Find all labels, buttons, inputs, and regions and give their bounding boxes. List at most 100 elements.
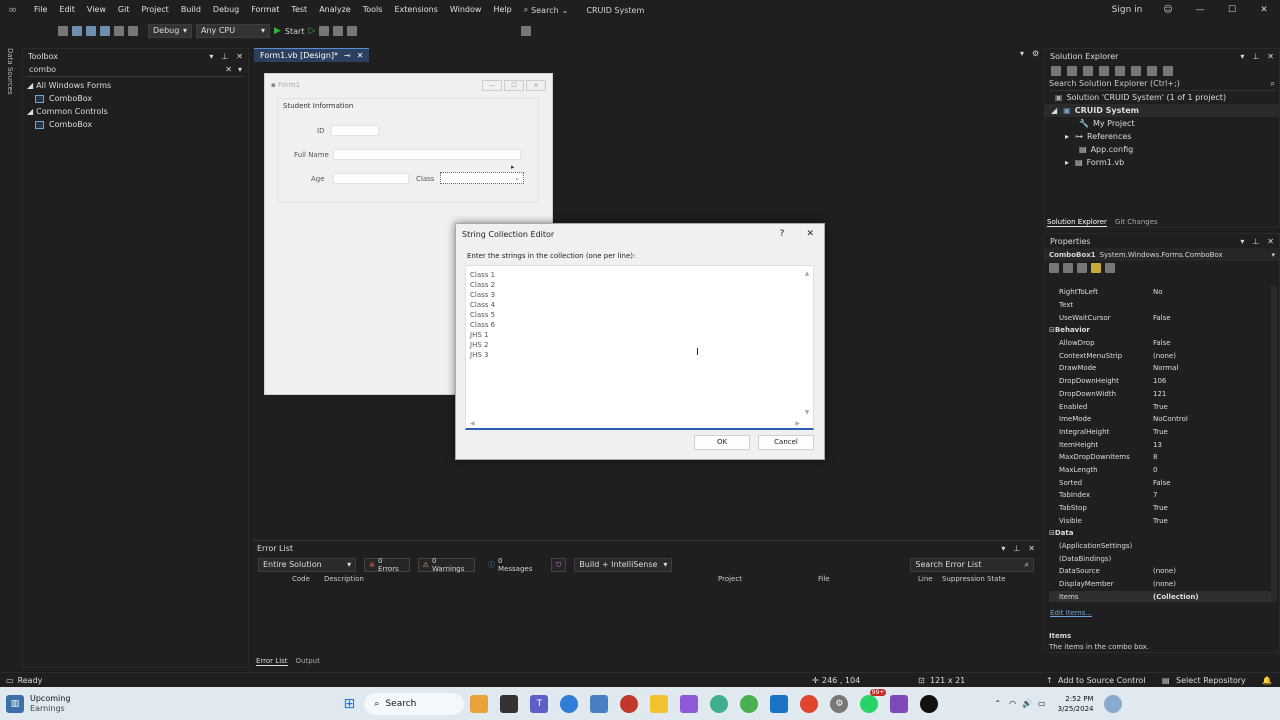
edge-icon[interactable] xyxy=(560,694,579,713)
app-red-icon[interactable] xyxy=(620,694,639,713)
property-value[interactable]: 121 xyxy=(1149,390,1275,398)
collapse-all-icon[interactable] xyxy=(1115,66,1125,76)
solution-search-input[interactable]: Search Solution Explorer (Ctrl+;) ⌕ xyxy=(1049,79,1275,91)
dropdown-icon[interactable]: ▾ xyxy=(1240,52,1244,61)
property-row[interactable]: DataSource (none) xyxy=(1049,565,1275,578)
property-row[interactable]: Items (Collection) xyxy=(1049,590,1275,602)
tree-app-config[interactable]: ▤ App.config xyxy=(1045,143,1279,156)
toolbox-item-combobox[interactable]: ComboBox xyxy=(23,92,248,105)
property-value[interactable]: False xyxy=(1149,339,1275,347)
show-all-files-icon[interactable] xyxy=(1131,66,1141,76)
app-purple-icon[interactable] xyxy=(680,694,699,713)
scroll-right-icon[interactable]: ▶ xyxy=(795,420,800,427)
tab-form1-design[interactable]: Form1.vb [Design]* ⊸ ✕ xyxy=(254,48,370,62)
property-row[interactable]: ItemHeight 13 xyxy=(1049,438,1275,451)
minimize-icon[interactable]: — xyxy=(1184,5,1216,15)
property-value[interactable]: NoControl xyxy=(1149,415,1275,423)
maximize-icon[interactable]: ☐ xyxy=(1216,5,1248,15)
toolbox-search-input[interactable]: combo ✕ ▾ xyxy=(27,65,244,77)
tree-form1[interactable]: ▸ ▤ Form1.vb xyxy=(1045,156,1279,169)
property-value[interactable]: False xyxy=(1149,314,1275,322)
undo-icon[interactable] xyxy=(114,26,124,36)
pin-icon[interactable]: ⊸ xyxy=(344,49,351,62)
select-repository[interactable]: Select Repository xyxy=(1176,676,1246,685)
property-row[interactable]: Visible True xyxy=(1049,514,1275,527)
close-icon[interactable]: ✕ xyxy=(1028,544,1035,553)
scroll-left-icon[interactable]: ◀ xyxy=(470,420,475,427)
tree-project[interactable]: ◢ ▣ CRUID System xyxy=(1045,104,1279,117)
menu-file[interactable]: File xyxy=(28,0,53,20)
property-value[interactable]: (none) xyxy=(1149,352,1275,360)
vertical-scrollbar[interactable]: ▲ ▼ xyxy=(803,270,811,416)
search-error-list-input[interactable]: Search Error List ⌕ xyxy=(910,558,1035,572)
tree-my-project[interactable]: 🔧 My Project xyxy=(1045,117,1279,130)
vscode-icon[interactable] xyxy=(770,694,789,713)
app-dark-icon[interactable] xyxy=(920,694,939,713)
save-icon[interactable] xyxy=(86,26,96,36)
class-combobox[interactable]: ⌄ xyxy=(440,172,524,184)
property-row[interactable]: ContextMenuStrip (none) xyxy=(1049,349,1275,362)
property-row[interactable]: DropDownHeight 106 xyxy=(1049,375,1275,388)
menu-project[interactable]: Project xyxy=(135,0,174,20)
close-icon[interactable]: ✕ xyxy=(1248,5,1280,15)
student-information-groupbox[interactable]: Student Information ID Full Name Age Cla… xyxy=(277,98,539,203)
property-row[interactable]: Enabled True xyxy=(1049,400,1275,413)
scroll-down-icon[interactable]: ▼ xyxy=(805,409,810,416)
column-line[interactable]: Line xyxy=(918,575,933,583)
clock[interactable]: 2:52 PM 3/25/2024 xyxy=(1058,694,1094,714)
property-value[interactable]: (none) xyxy=(1149,567,1275,575)
copilot-icon[interactable] xyxy=(1103,694,1122,713)
wifi-icon[interactable]: ◠ xyxy=(1009,699,1016,708)
property-value[interactable]: True xyxy=(1149,428,1275,436)
toolbox-item-combobox[interactable]: ComboBox xyxy=(23,118,248,131)
teams-icon[interactable]: T xyxy=(530,694,549,713)
news-icon[interactable] xyxy=(470,694,489,713)
menu-window[interactable]: Window xyxy=(444,0,488,20)
menu-help[interactable]: Help xyxy=(487,0,517,20)
tree-references[interactable]: ▸ ⊶ References xyxy=(1045,130,1279,143)
preview-icon[interactable] xyxy=(1163,66,1173,76)
property-row[interactable]: DrawMode Normal xyxy=(1049,362,1275,375)
menu-analyze[interactable]: Analyze xyxy=(313,0,357,20)
chrome-alt-icon[interactable] xyxy=(740,694,759,713)
property-row[interactable]: UseWaitCursor False xyxy=(1049,311,1275,324)
start-icon[interactable]: ▶ xyxy=(274,26,281,36)
property-value[interactable]: (Collection) xyxy=(1149,593,1275,601)
task-view-icon[interactable] xyxy=(500,694,519,713)
property-value[interactable]: 106 xyxy=(1149,377,1275,385)
cancel-button[interactable]: Cancel xyxy=(758,435,814,450)
fullscreen-icon[interactable] xyxy=(521,26,532,36)
home-icon[interactable] xyxy=(1067,66,1077,76)
menu-test[interactable]: Test xyxy=(285,0,313,20)
property-value[interactable]: No xyxy=(1149,288,1275,296)
scope-dropdown[interactable]: Entire Solution ▾ xyxy=(258,558,357,572)
property-value[interactable]: True xyxy=(1149,504,1275,512)
tab-git-changes[interactable]: Git Changes xyxy=(1115,218,1158,227)
chrome-icon[interactable] xyxy=(800,694,819,713)
sign-in-link[interactable]: Sign in xyxy=(1102,5,1152,15)
property-value[interactable]: 8 xyxy=(1149,453,1275,461)
property-pages-icon[interactable] xyxy=(1105,263,1115,273)
events-icon[interactable] xyxy=(1091,263,1101,273)
column-file[interactable]: File xyxy=(818,575,830,583)
diagnostics-icon[interactable] xyxy=(319,26,330,36)
dropdown-icon[interactable]: ▾ xyxy=(209,52,213,61)
age-textbox[interactable] xyxy=(333,173,409,184)
property-row[interactable]: Sorted False xyxy=(1049,476,1275,489)
help-button[interactable]: ? xyxy=(780,229,785,239)
property-row[interactable]: (DataBindings) xyxy=(1049,552,1275,565)
properties-icon[interactable] xyxy=(1147,66,1157,76)
weather-icon[interactable]: ▥ xyxy=(6,694,24,713)
categorized-icon[interactable] xyxy=(1049,263,1059,273)
tab-solution-explorer[interactable]: Solution Explorer xyxy=(1047,218,1107,227)
properties-view-icon[interactable] xyxy=(1077,263,1087,273)
property-row[interactable]: MaxLength 0 xyxy=(1049,464,1275,477)
column-code[interactable]: Code xyxy=(292,575,310,583)
object-selector[interactable]: ComboBox1 System.Windows.Forms.ComboBox … xyxy=(1045,248,1279,261)
pin-icon[interactable]: ⊥ xyxy=(1252,52,1259,61)
dropdown-icon[interactable]: ▾ xyxy=(1001,544,1005,553)
file-explorer-icon[interactable] xyxy=(650,694,669,713)
property-value[interactable]: True xyxy=(1149,403,1275,411)
menu-format[interactable]: Format xyxy=(245,0,285,20)
clear-icon[interactable]: ✕ xyxy=(225,65,232,76)
